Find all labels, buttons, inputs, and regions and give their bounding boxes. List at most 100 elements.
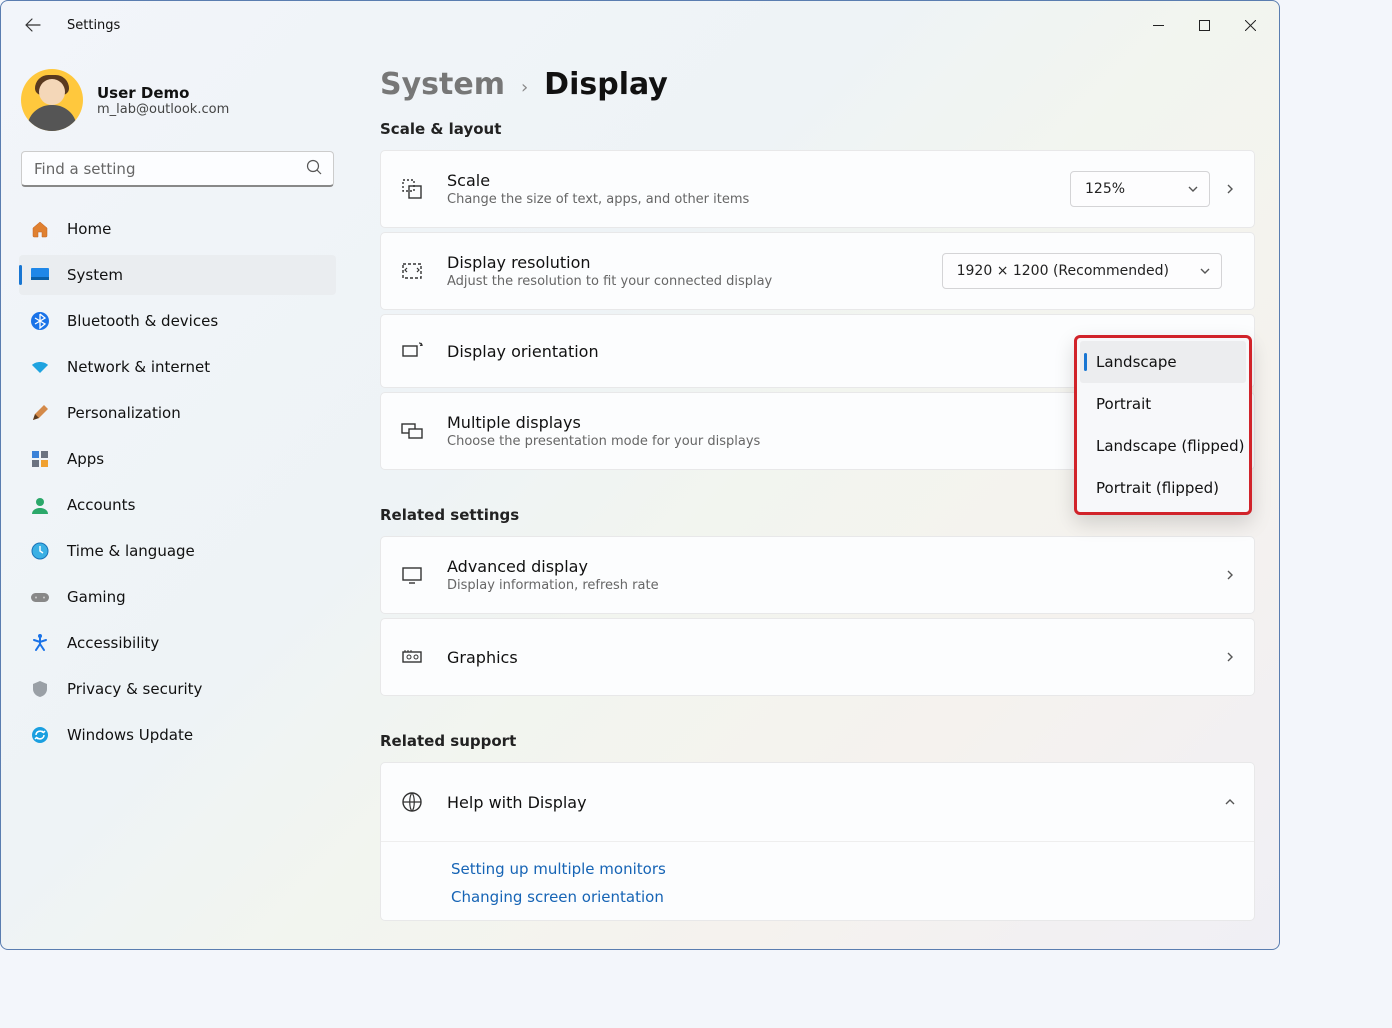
home-icon: [29, 218, 51, 240]
card-orientation[interactable]: Display orientation Landscape Portrait L…: [380, 314, 1255, 388]
card-title: Scale: [447, 171, 1070, 190]
minimize-icon: [1153, 20, 1164, 31]
nav-label: Bluetooth & devices: [67, 312, 218, 330]
nav-label: Home: [67, 220, 111, 238]
minimize-button[interactable]: [1135, 9, 1181, 41]
update-icon: [29, 724, 51, 746]
orientation-option-landscape[interactable]: Landscape: [1080, 341, 1246, 383]
multiple-displays-icon: [399, 418, 425, 444]
chevron-down-icon: [1199, 265, 1211, 277]
close-button[interactable]: [1227, 9, 1273, 41]
app-title: Settings: [67, 18, 120, 33]
settings-window: Settings User Demo m_lab@outlook.com: [0, 0, 1280, 950]
section-related-support: Related support: [380, 732, 1255, 750]
breadcrumb-parent[interactable]: System: [380, 67, 505, 102]
nav-gaming[interactable]: Gaming: [19, 577, 336, 617]
nav-time[interactable]: Time & language: [19, 531, 336, 571]
card-title: Graphics: [447, 648, 1224, 667]
chevron-up-icon: [1224, 796, 1236, 808]
nav-home[interactable]: Home: [19, 209, 336, 249]
nav-accessibility[interactable]: Accessibility: [19, 623, 336, 663]
search-box[interactable]: [21, 151, 334, 187]
nav-bluetooth[interactable]: Bluetooth & devices: [19, 301, 336, 341]
orientation-icon: [399, 338, 425, 364]
select-value: 125%: [1085, 181, 1125, 197]
nav-label: Privacy & security: [67, 680, 202, 698]
nav-label: Time & language: [67, 542, 195, 560]
scale-select[interactable]: 125%: [1070, 171, 1210, 207]
accounts-icon: [29, 494, 51, 516]
nav-label: Network & internet: [67, 358, 210, 376]
nav-personalization[interactable]: Personalization: [19, 393, 336, 433]
option-label: Landscape (flipped): [1096, 437, 1244, 455]
card-title: Help with Display: [447, 793, 1224, 812]
chevron-down-icon: [1187, 183, 1199, 195]
sidebar: User Demo m_lab@outlook.com Home System …: [1, 49, 346, 949]
chevron-right-icon: [1224, 183, 1236, 195]
orientation-option-landscape-flipped[interactable]: Landscape (flipped): [1080, 425, 1246, 467]
privacy-icon: [29, 678, 51, 700]
resolution-icon: [399, 258, 425, 284]
nav-accounts[interactable]: Accounts: [19, 485, 336, 525]
select-value: 1920 × 1200 (Recommended): [957, 263, 1169, 279]
gaming-icon: [29, 586, 51, 608]
orientation-option-portrait[interactable]: Portrait: [1080, 383, 1246, 425]
nav-system[interactable]: System: [19, 255, 336, 295]
arrow-left-icon: [25, 17, 41, 33]
help-link-multiple-monitors[interactable]: Setting up multiple monitors: [451, 860, 1254, 878]
card-sub: Display information, refresh rate: [447, 578, 1224, 593]
option-label: Portrait: [1096, 395, 1151, 413]
window-controls: [1135, 9, 1273, 41]
maximize-icon: [1199, 20, 1210, 31]
profile-block[interactable]: User Demo m_lab@outlook.com: [19, 61, 336, 149]
help-icon: [399, 789, 425, 815]
section-scale-layout: Scale & layout: [380, 120, 1255, 138]
breadcrumb-current: Display: [544, 67, 668, 102]
option-label: Landscape: [1096, 353, 1177, 371]
back-button[interactable]: [17, 9, 49, 41]
orientation-option-portrait-flipped[interactable]: Portrait (flipped): [1080, 467, 1246, 509]
main-panel: System › Display Scale & layout Scale Ch…: [346, 49, 1279, 949]
chevron-right-icon: [1224, 651, 1236, 663]
bluetooth-icon: [29, 310, 51, 332]
chevron-right-icon: ›: [521, 77, 528, 98]
card-resolution[interactable]: Display resolution Adjust the resolution…: [380, 232, 1255, 310]
nav-privacy[interactable]: Privacy & security: [19, 669, 336, 709]
titlebar: Settings: [1, 1, 1279, 49]
search-icon: [306, 159, 322, 175]
card-sub: Change the size of text, apps, and other…: [447, 192, 1070, 207]
profile-name: User Demo: [97, 84, 229, 102]
search-input[interactable]: [21, 151, 334, 187]
personalization-icon: [29, 402, 51, 424]
card-scale[interactable]: Scale Change the size of text, apps, and…: [380, 150, 1255, 228]
time-icon: [29, 540, 51, 562]
card-graphics[interactable]: Graphics: [380, 618, 1255, 696]
nav-label: Apps: [67, 450, 104, 468]
accessibility-icon: [29, 632, 51, 654]
card-title: Advanced display: [447, 557, 1224, 576]
nav-label: Accounts: [67, 496, 135, 514]
chevron-right-icon: [1224, 569, 1236, 581]
nav-list: Home System Bluetooth & devices Network …: [19, 209, 336, 761]
nav-label: Accessibility: [67, 634, 159, 652]
nav-network[interactable]: Network & internet: [19, 347, 336, 387]
nav-apps[interactable]: Apps: [19, 439, 336, 479]
resolution-select[interactable]: 1920 × 1200 (Recommended): [942, 253, 1222, 289]
monitor-icon: [399, 562, 425, 588]
card-advanced-display[interactable]: Advanced display Display information, re…: [380, 536, 1255, 614]
card-title: Display resolution: [447, 253, 942, 272]
graphics-icon: [399, 644, 425, 670]
card-help-header[interactable]: Help with Display: [381, 763, 1254, 841]
network-icon: [29, 356, 51, 378]
nav-label: System: [67, 266, 123, 284]
avatar: [21, 69, 83, 131]
close-icon: [1245, 20, 1256, 31]
help-link-screen-orientation[interactable]: Changing screen orientation: [451, 888, 1254, 906]
nav-update[interactable]: Windows Update: [19, 715, 336, 755]
apps-icon: [29, 448, 51, 470]
card-help: Help with Display Setting up multiple mo…: [380, 762, 1255, 921]
maximize-button[interactable]: [1181, 9, 1227, 41]
nav-label: Personalization: [67, 404, 181, 422]
profile-email: m_lab@outlook.com: [97, 102, 229, 117]
system-icon: [29, 264, 51, 286]
